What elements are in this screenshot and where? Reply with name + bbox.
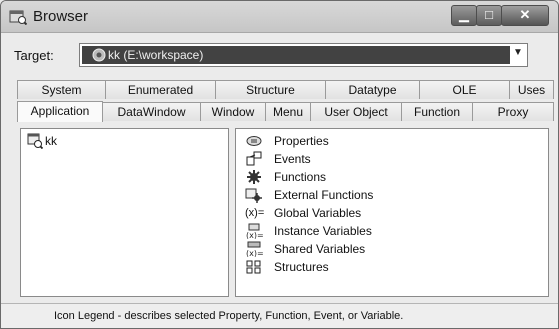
tab-datawindow[interactable]: DataWindow [102, 102, 201, 121]
tab-function[interactable]: Function [401, 102, 473, 121]
tree-item-label: kk [45, 134, 57, 148]
events-icon [246, 151, 262, 166]
maximize-icon: □ [485, 7, 493, 22]
external-functions-icon [245, 188, 262, 203]
tab-application[interactable]: Application [17, 101, 103, 122]
instance-variables-icon: (x)= [246, 223, 263, 239]
close-icon: ✕ [519, 7, 531, 22]
target-selection: kk (E:\workspace) [82, 46, 510, 64]
legend-label: Instance Variables [274, 224, 372, 238]
legend-label: Structures [274, 260, 329, 274]
dropdown-arrow-icon[interactable]: ▼ [513, 47, 523, 58]
browser-app-icon [9, 10, 27, 25]
title-bar[interactable]: Browser ▁ □ ✕ [1, 1, 558, 33]
target-dropdown[interactable]: kk (E:\workspace) ▼ [79, 43, 528, 67]
tab-window[interactable]: Window [200, 102, 266, 121]
tab-enumerated[interactable]: Enumerated [105, 80, 216, 99]
maximize-button[interactable]: □ [476, 5, 502, 26]
status-bar: Icon Legend - describes selected Propert… [1, 303, 558, 328]
browser-window: Browser ▁ □ ✕ Target: kk (E:\workspace) … [0, 0, 559, 329]
close-button[interactable]: ✕ [501, 5, 549, 26]
svg-text:(x)=: (x)= [246, 249, 263, 257]
minimize-button[interactable]: ▁ [451, 5, 477, 26]
global-variables-icon: (x)= [245, 207, 265, 219]
legend-label: Global Variables [274, 206, 362, 220]
legend-label: Shared Variables [274, 242, 366, 256]
tab-system[interactable]: System [17, 80, 106, 99]
window-title: Browser [33, 8, 89, 25]
legend-label: Functions [274, 170, 327, 184]
status-text: Icon Legend - describes selected Propert… [54, 310, 404, 322]
legend-label: Events [274, 152, 311, 166]
properties-icon [246, 136, 262, 146]
tab-structure[interactable]: Structure [215, 80, 326, 99]
tab-uses[interactable]: Uses [509, 80, 554, 99]
shared-variables-icon: (x)= [246, 241, 263, 257]
target-value: kk (E:\workspace) [108, 48, 204, 62]
tab-proxy[interactable]: Proxy [472, 102, 554, 121]
tab-ole[interactable]: OLE [419, 80, 510, 99]
target-icon [92, 48, 106, 62]
legend-label: External Functions [274, 188, 374, 202]
target-row: Target: kk (E:\workspace) ▼ [1, 39, 558, 71]
icon-legend-pane[interactable]: Properties Events Functions External Fun… [235, 128, 549, 297]
structures-icon [246, 260, 261, 274]
minimize-icon: ▁ [459, 7, 469, 22]
legend-label: Properties [274, 134, 329, 148]
svg-text:(x)=: (x)= [246, 231, 263, 239]
target-label: Target: [14, 48, 54, 63]
object-tree-pane[interactable]: kk [20, 128, 229, 297]
functions-icon [247, 170, 261, 184]
tab-menu[interactable]: Menu [265, 102, 311, 121]
tab-user-object[interactable]: User Object [310, 102, 402, 121]
tab-datatype[interactable]: Datatype [325, 80, 420, 99]
application-icon [27, 133, 43, 149]
